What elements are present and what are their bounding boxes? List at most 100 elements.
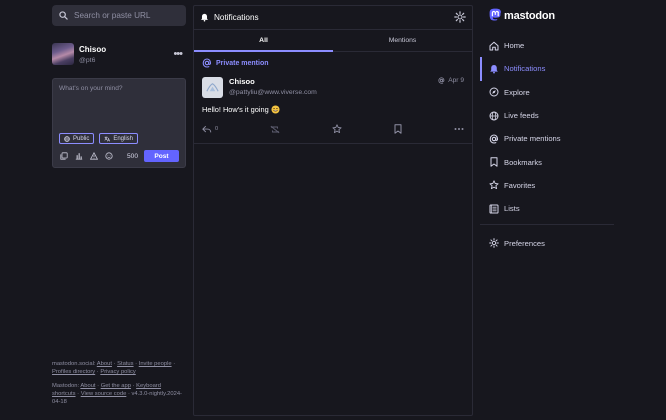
column-settings-icon[interactable]	[454, 11, 466, 23]
tab-all[interactable]: All	[194, 30, 333, 52]
profile-display-name[interactable]: Chisoo	[79, 45, 106, 54]
search-input[interactable]: Search or paste URL	[74, 11, 150, 20]
footer-link-source-code[interactable]: View source code	[81, 391, 127, 397]
at-icon	[489, 134, 499, 144]
avatar[interactable]	[202, 77, 223, 98]
nav-item-label: Home	[504, 41, 525, 51]
nav-item-label: Preferences	[504, 238, 545, 248]
status-timestamp[interactable]: Apr 9	[448, 77, 464, 84]
reply-count: 0	[215, 126, 219, 132]
nav-item-home[interactable]: Home	[480, 34, 616, 57]
nav-item-label: Notifications	[504, 64, 546, 74]
search-box[interactable]: Search or paste URL	[52, 5, 186, 26]
notification-type-label: Private mention	[216, 59, 269, 67]
nav-item-explore[interactable]: Explore	[480, 81, 616, 104]
footer-link-about[interactable]: About	[97, 361, 112, 367]
smile-emoji-icon	[271, 105, 280, 114]
footer-mastodon-label: Mastodon:	[52, 383, 80, 389]
translate-icon	[104, 136, 111, 142]
brand-name: mastodon	[504, 9, 555, 22]
reply-button[interactable]: 0	[202, 125, 218, 134]
nav-item-label: Live feeds	[504, 111, 539, 121]
globe-icon	[64, 135, 70, 142]
footer-link-status[interactable]: Status	[117, 361, 133, 367]
at-icon	[202, 58, 212, 68]
list-icon	[489, 204, 499, 214]
nav-item-live-feeds[interactable]: Live feeds	[480, 104, 616, 127]
emoji-icon[interactable]	[105, 152, 113, 160]
gear-icon	[489, 238, 499, 248]
boost-button[interactable]	[270, 125, 280, 134]
nav-item-preferences[interactable]: Preferences	[480, 231, 616, 254]
status-meta: Apr 9	[438, 77, 464, 84]
compass-icon	[489, 87, 499, 97]
favorite-button[interactable]	[332, 124, 342, 134]
profile-handle: @pt6	[79, 56, 96, 64]
nav-item-bookmarks[interactable]: Bookmarks	[480, 150, 616, 173]
media-upload-icon[interactable]	[60, 152, 68, 160]
more-options-icon[interactable]: •••	[173, 48, 183, 60]
post-button[interactable]: Post	[144, 150, 179, 162]
boost-disabled-icon	[270, 125, 280, 134]
nav-item-label: Private mentions	[504, 134, 561, 144]
brand-logo[interactable]: mastodon	[488, 8, 555, 23]
nav-item-notifications[interactable]: Notifications	[480, 57, 616, 81]
footer-link-get-app[interactable]: Get the app	[101, 383, 131, 389]
status-author-name[interactable]: Chisoo	[229, 77, 317, 86]
nav-item-label: Lists	[504, 204, 520, 214]
notification-tabs: All Mentions	[194, 30, 472, 52]
nav-divider	[480, 224, 614, 226]
bookmark-icon	[489, 157, 499, 167]
notification-type: Private mention	[202, 58, 464, 68]
nav-item-lists[interactable]: Lists	[480, 197, 616, 220]
star-icon	[489, 180, 499, 190]
footer-server-label: mastodon.social:	[52, 361, 96, 367]
nav-item-favorites[interactable]: Favorites	[480, 174, 616, 197]
more-options-button[interactable]	[454, 127, 464, 131]
bell-icon	[489, 64, 499, 74]
bell-icon	[200, 13, 209, 22]
notifications-column: Notifications All Mentions Private menti…	[193, 5, 473, 416]
footer-links: mastodon.social: About · Status · Invite…	[52, 361, 182, 405]
search-icon	[59, 11, 68, 20]
language-label: English	[113, 135, 134, 142]
notification-item[interactable]: Private mention Chisoo @pattyliu@www.viv…	[194, 52, 472, 144]
status-action-bar: 0	[202, 124, 464, 134]
more-options-icon	[454, 127, 464, 131]
footer-link-mastodon-about[interactable]: About	[80, 383, 95, 389]
footer-link-invite[interactable]: Invite people	[139, 361, 172, 367]
tab-mentions[interactable]: Mentions	[333, 30, 472, 51]
compose-form: What's on your mind? Public English 500 …	[52, 78, 186, 168]
at-icon	[438, 77, 445, 84]
status-content: Hello! How's it going	[202, 105, 464, 114]
status-text: Hello! How's it going	[202, 105, 269, 114]
left-sidebar: Search or paste URL Chisoo @pt6 ••• What…	[52, 5, 186, 168]
bookmark-button[interactable]	[394, 124, 402, 134]
language-button[interactable]: English	[99, 133, 139, 144]
footer-link-privacy[interactable]: Privacy policy	[100, 369, 135, 375]
globe-icon	[489, 111, 499, 121]
footer-link-directory[interactable]: Profiles directory	[52, 369, 95, 375]
compose-textarea[interactable]: What's on your mind?	[59, 85, 123, 92]
nav-item-label: Bookmarks	[504, 157, 542, 167]
avatar[interactable]	[52, 43, 74, 65]
nav-item-private-mentions[interactable]: Private mentions	[480, 127, 616, 150]
status-author-handle: @pattyliu@www.viverse.com	[229, 89, 317, 96]
visibility-label: Public	[73, 135, 90, 142]
nav-item-label: Explore	[504, 87, 530, 97]
column-title: Notifications	[214, 13, 259, 22]
status-header: Chisoo @pattyliu@www.viverse.com Apr 9	[202, 77, 464, 98]
content-warning-icon[interactable]	[90, 152, 98, 160]
star-icon	[332, 124, 342, 134]
navigation-panel: mastodon Home Notifications Explore Live…	[480, 0, 616, 420]
main-nav: Home Notifications Explore Live feeds Pr…	[480, 34, 616, 255]
reply-icon	[202, 125, 212, 134]
nav-item-label: Favorites	[504, 180, 536, 190]
profile-card: Chisoo @pt6 •••	[52, 42, 186, 66]
mastodon-logo-icon	[488, 8, 502, 23]
column-header[interactable]: Notifications	[194, 6, 472, 30]
home-icon	[489, 41, 499, 51]
poll-icon[interactable]	[75, 152, 83, 160]
visibility-button[interactable]: Public	[59, 133, 95, 144]
character-counter: 500	[126, 153, 138, 160]
